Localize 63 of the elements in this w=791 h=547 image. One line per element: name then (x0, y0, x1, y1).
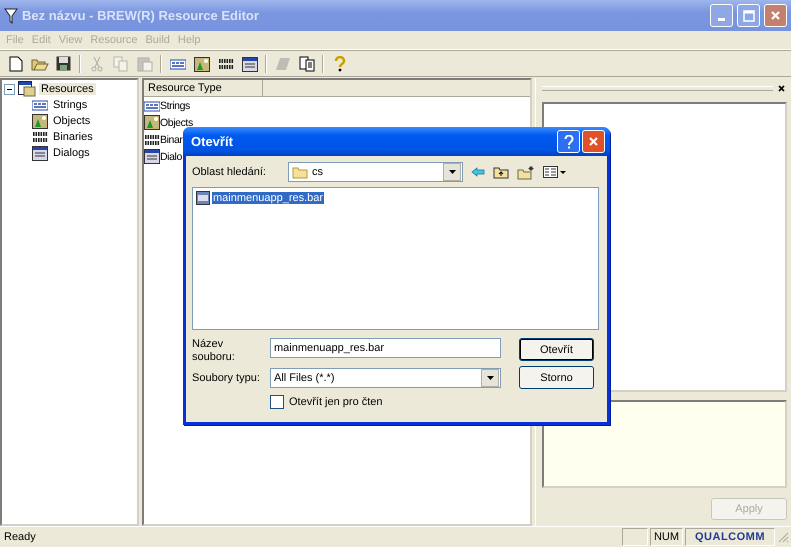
list-item[interactable]: Objects (160, 116, 193, 128)
binary-icon (144, 132, 160, 146)
documents-icon (298, 56, 316, 72)
picture-icon (194, 56, 210, 72)
new-file-icon (6, 56, 24, 72)
file-name-label: Název souboru: (192, 338, 236, 364)
caret-icon (486, 376, 494, 380)
tree-item[interactable]: Objects (51, 115, 92, 127)
eraser-icon (274, 56, 292, 72)
read-only-label: Otevřít jen pro čten (289, 396, 383, 408)
caret-icon (448, 170, 456, 174)
read-only-checkbox[interactable] (270, 395, 284, 409)
close-icon[interactable] (776, 82, 787, 94)
clipboard-icon (136, 56, 154, 72)
file-icon (196, 191, 210, 205)
status-message: Ready (3, 531, 37, 543)
close-button[interactable] (582, 130, 605, 153)
dialog-title: Otevřít (191, 134, 234, 149)
folder-icon (292, 166, 308, 178)
copy-icon (112, 56, 130, 72)
window-icon (144, 149, 160, 164)
list-item[interactable]: Dialo (160, 150, 182, 162)
list-item[interactable]: Strings (160, 100, 190, 112)
back-arrow-icon[interactable] (471, 167, 485, 177)
minimize-icon (718, 18, 725, 21)
num-lock-indicator: NUM (650, 528, 683, 546)
logo: QUALCOMM (694, 531, 766, 543)
collapse-icon[interactable] (4, 84, 15, 94)
open-button[interactable]: Otevřít (519, 338, 594, 361)
window-title: Bez názvu - BREW(R) Resource Editor (22, 8, 260, 23)
help-button[interactable] (557, 130, 580, 153)
file-name-field[interactable]: mainmenuapp_res.bar (270, 338, 501, 358)
funnel-icon (4, 8, 18, 24)
maximize-icon (742, 10, 754, 22)
tree-item[interactable]: Binaries (51, 131, 95, 143)
tree-item[interactable]: Resources (39, 83, 96, 95)
up-folder-icon[interactable] (493, 165, 509, 179)
new-folder-icon[interactable] (517, 164, 535, 180)
resize-grip-icon (777, 531, 789, 543)
picture-icon (32, 114, 48, 128)
list-item[interactable]: Binar (160, 134, 183, 146)
close-icon (770, 10, 781, 21)
tree-item[interactable]: Strings (51, 99, 90, 111)
status-pane (622, 528, 648, 546)
tree-item[interactable]: Dialogs (51, 147, 92, 159)
file-type-dropdown[interactable]: All Files (*.*) (270, 368, 501, 388)
look-in-dropdown[interactable]: cs (288, 162, 463, 182)
cancel-button[interactable]: Storno (519, 366, 594, 389)
text-icon (32, 98, 48, 112)
table-icon (18, 81, 36, 97)
view-menu-icon[interactable] (543, 166, 567, 178)
close-icon (588, 136, 599, 147)
file-entry[interactable]: mainmenuapp_res.bar (212, 192, 324, 204)
question-mark-icon (564, 134, 574, 148)
binary-icon (218, 57, 234, 71)
file-type-label: Soubory typu: (192, 372, 261, 384)
look-in-label: Oblast hledání: (192, 166, 267, 178)
window-icon (242, 56, 258, 72)
picture-icon (144, 115, 160, 130)
window-icon (32, 146, 48, 160)
binary-icon (32, 130, 48, 144)
close-button[interactable] (764, 4, 787, 27)
text-icon (170, 57, 186, 71)
